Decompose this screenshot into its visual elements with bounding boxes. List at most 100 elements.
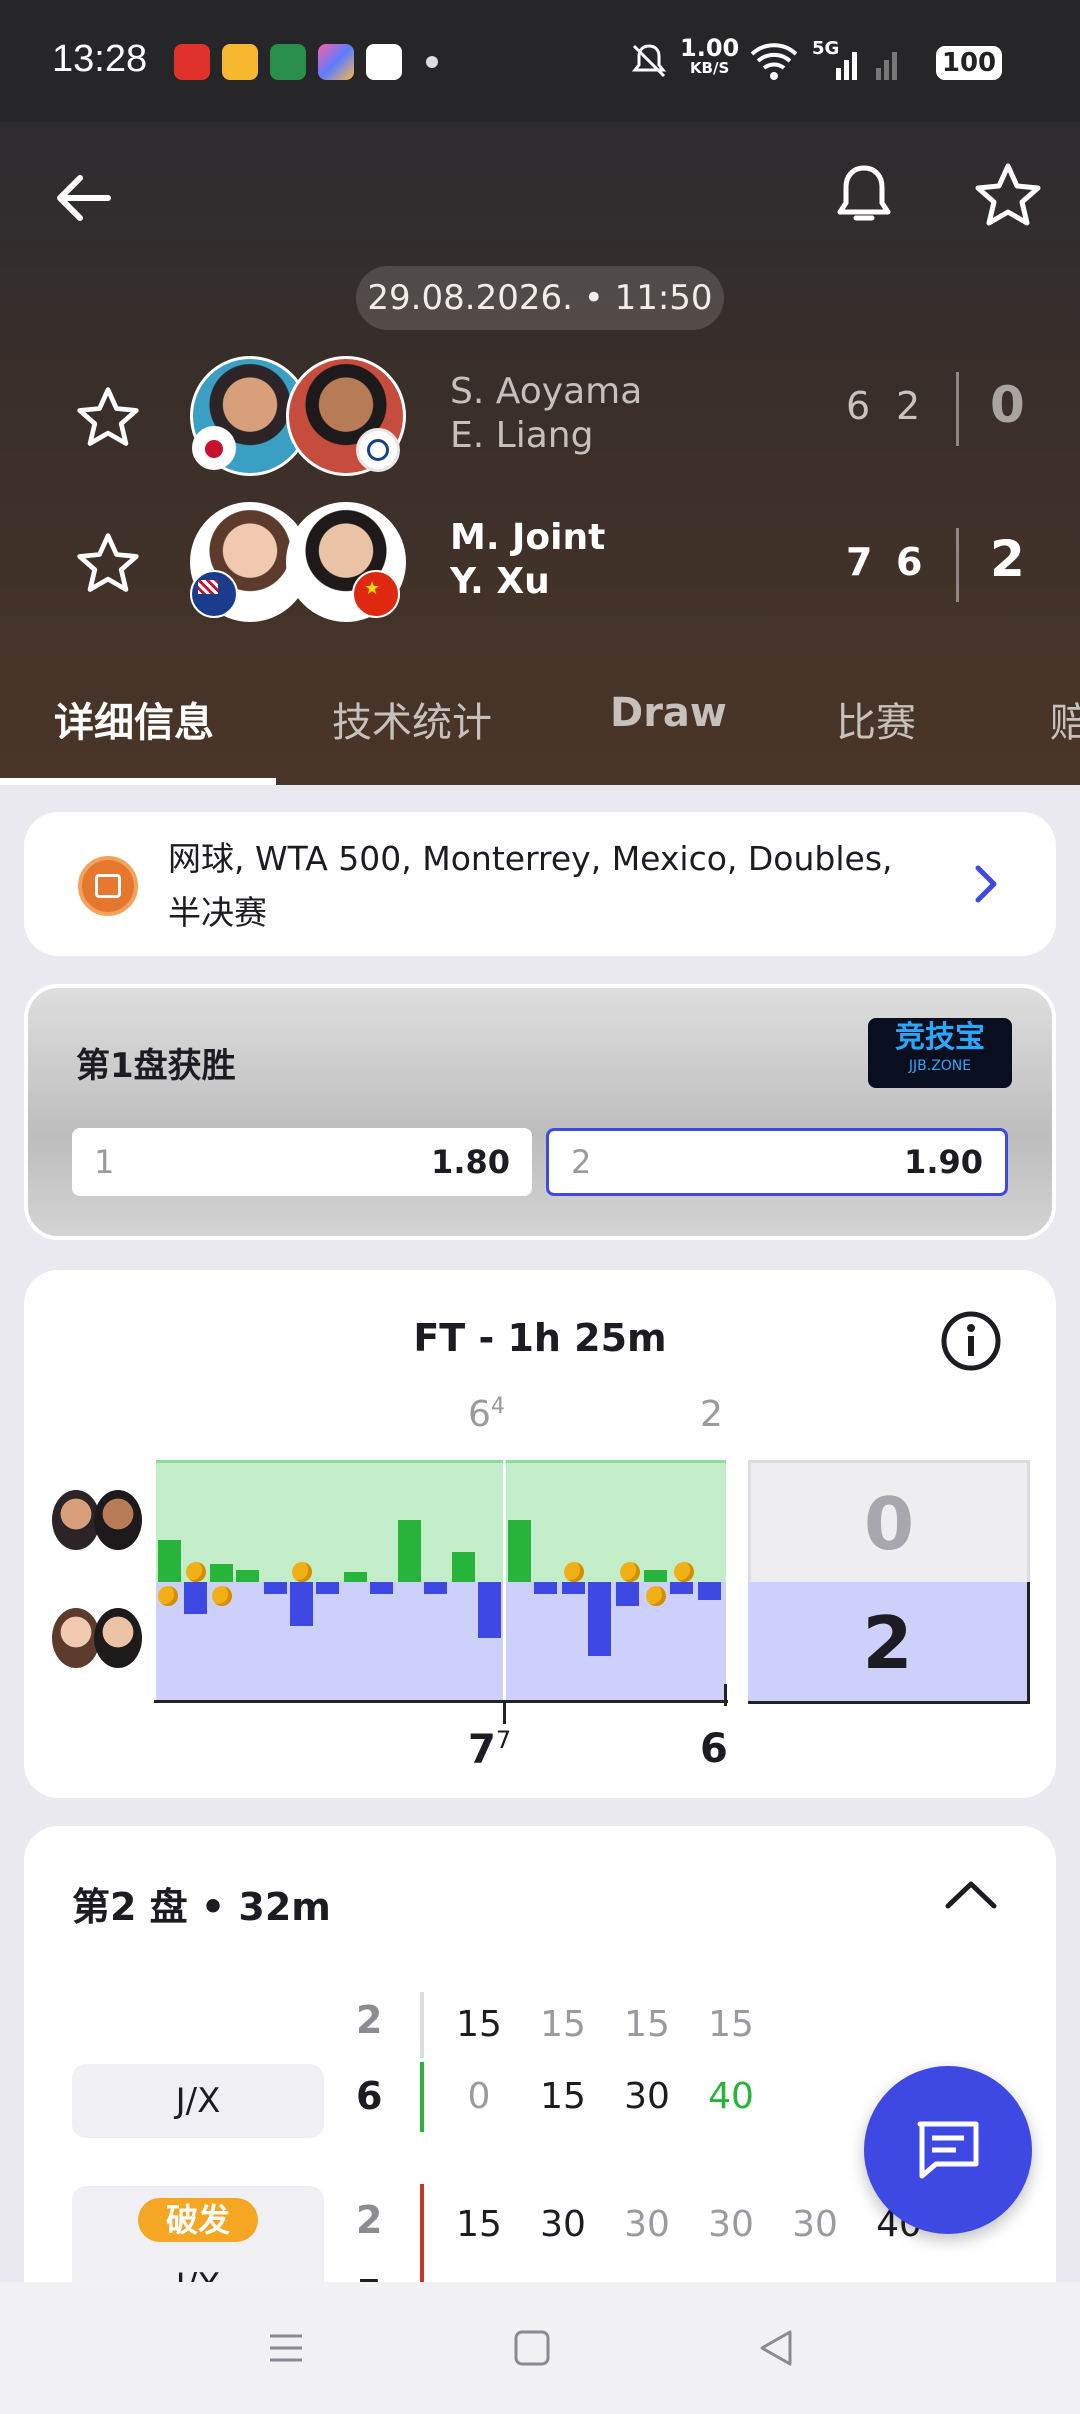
point-score: 30: [624, 2204, 670, 2245]
match-datetime: 29.08.2026. • 11:50: [356, 266, 724, 330]
point-score: 15: [540, 2076, 586, 2117]
team2-player1-name: M. Joint: [450, 517, 606, 558]
chevron-up-icon[interactable]: [942, 1874, 1000, 1914]
momentum-bar: [316, 1582, 339, 1594]
momentum-bar: [534, 1582, 557, 1594]
score-divider: [956, 372, 959, 446]
tennis-ball-icon: [674, 1562, 694, 1582]
team2-set2-score: 6: [896, 540, 923, 584]
home-icon[interactable]: [508, 2324, 556, 2372]
tab-matches[interactable]: 比赛: [836, 690, 916, 748]
momentum-bar: [588, 1582, 611, 1656]
photos-icon: [366, 44, 402, 80]
momentum-bar: [184, 1582, 207, 1614]
star-icon: [975, 163, 1041, 226]
team1-player1-name: S. Aoyama: [450, 371, 643, 412]
china-flag-icon: ★: [352, 570, 400, 618]
odds-option-1[interactable]: 1 1.80: [72, 1128, 532, 1196]
momentum-bar: [210, 1564, 233, 1582]
row1-divider-bottom: [420, 2062, 424, 2132]
chinese-taipei-flag-icon: [356, 428, 400, 472]
set-divider: [503, 1438, 506, 1724]
momentum-bar: [158, 1540, 181, 1582]
more-notifications-icon: [426, 56, 438, 68]
tab-odds[interactable]: 赔: [1050, 690, 1080, 748]
point-score: 30: [708, 2204, 754, 2245]
team1-sets-box: 0: [748, 1460, 1030, 1582]
team2-set1-score: 7: [846, 540, 873, 584]
tennis-ball-icon: [158, 1586, 178, 1606]
set-detail-title: 第2 盘 • 32m: [72, 1885, 331, 1929]
ai-icon: [318, 44, 354, 80]
bookmaker-logo[interactable]: 竞技宝 JJB.ZONE: [868, 1018, 1012, 1088]
net-speed: 1.00 KB/S: [680, 34, 740, 77]
row1-divider-top: [420, 1992, 424, 2058]
japan-flag-icon: [192, 426, 236, 470]
avatar-team1-small: [94, 1490, 142, 1550]
point-score: 30: [624, 2076, 670, 2117]
set-divider-tick: [503, 1700, 506, 1724]
favorite-team1-button[interactable]: [74, 384, 142, 456]
momentum-bar: [236, 1570, 259, 1582]
tennis-ball-icon: [564, 1562, 584, 1582]
momentum-bar: [290, 1582, 313, 1626]
tennis-ball-icon: [646, 1586, 666, 1606]
point-score: 15: [456, 2004, 502, 2045]
odds-option-2[interactable]: 2 1.90: [546, 1128, 1008, 1196]
point-score: 15: [624, 2004, 670, 2045]
team2-sets-box: 2: [748, 1582, 1030, 1704]
team1-set2-score: 2: [896, 384, 921, 428]
avatar-team2-small: [52, 1608, 100, 1668]
momentum-bar: [370, 1582, 393, 1594]
team1-player2-name: E. Liang: [450, 415, 594, 456]
info-icon[interactable]: [940, 1310, 1002, 1372]
active-tab-indicator: [0, 778, 276, 785]
tennis-ball-icon: [212, 1586, 232, 1606]
chat-button[interactable]: [864, 2066, 1032, 2234]
team2-player2-name: Y. Xu: [450, 561, 550, 602]
point-score: 15: [456, 2204, 502, 2245]
team1-set1-score: 6: [846, 384, 871, 428]
row2-games-team1: 2: [356, 2198, 383, 2242]
arrow-left-icon: [57, 175, 111, 221]
favorite-team2-button[interactable]: [74, 530, 142, 602]
star-icon: [77, 533, 139, 592]
australia-flag-icon: [190, 570, 238, 618]
mute-icon: [631, 44, 667, 78]
team1-names: S. Aoyama E. Liang: [450, 370, 642, 458]
momentum-card: FT - 1h 25m 64 2 77 6 0 2: [24, 1270, 1056, 1798]
momentum-bar: [698, 1582, 721, 1600]
tab-details[interactable]: 详细信息: [54, 690, 214, 748]
point-score: 40: [708, 2076, 754, 2117]
system-nav-bar: [0, 2282, 1080, 2414]
status-bar: 13:28 1.00 KB/S 5G 100: [0, 0, 1080, 122]
team2-momentum-area: [156, 1582, 726, 1700]
set1-team2-score: 77: [468, 1726, 512, 1773]
set2-team1-score: 2: [700, 1394, 723, 1435]
team2-sets-won: 2: [990, 530, 1025, 588]
point-score: 0: [467, 2076, 491, 2117]
back-button[interactable]: [48, 162, 120, 234]
notification-button[interactable]: [832, 160, 896, 232]
tennis-ball-icon: [620, 1562, 640, 1582]
row1-games-team1: 2: [356, 1998, 383, 2042]
tournament-card[interactable]: 网球, WTA 500, Monterrey, Mexico, Doubles,…: [24, 812, 1056, 956]
momentum-bar: [344, 1572, 367, 1582]
avatar-team2-small: [94, 1608, 142, 1668]
point-score: 15: [708, 2004, 754, 2045]
tab-draw[interactable]: Draw: [610, 690, 727, 736]
favorite-match-button[interactable]: [972, 160, 1044, 232]
chevron-right-icon: [975, 865, 997, 903]
tab-statistics[interactable]: 技术统计: [332, 690, 492, 748]
momentum-bar: [478, 1582, 501, 1638]
point-score: 30: [540, 2204, 586, 2245]
star-icon: [77, 387, 139, 446]
set2-team2-score: 6: [700, 1726, 728, 1772]
tennis-ball-icon: [186, 1562, 206, 1582]
back-nav-icon[interactable]: [752, 2324, 800, 2372]
odds-title: 第1盘获胜: [76, 1046, 236, 1086]
momentum-bar: [616, 1582, 639, 1606]
menu-icon[interactable]: [262, 2324, 310, 2372]
row1-team-label: J/X: [72, 2064, 324, 2138]
tennis-ball-icon: [292, 1562, 312, 1582]
